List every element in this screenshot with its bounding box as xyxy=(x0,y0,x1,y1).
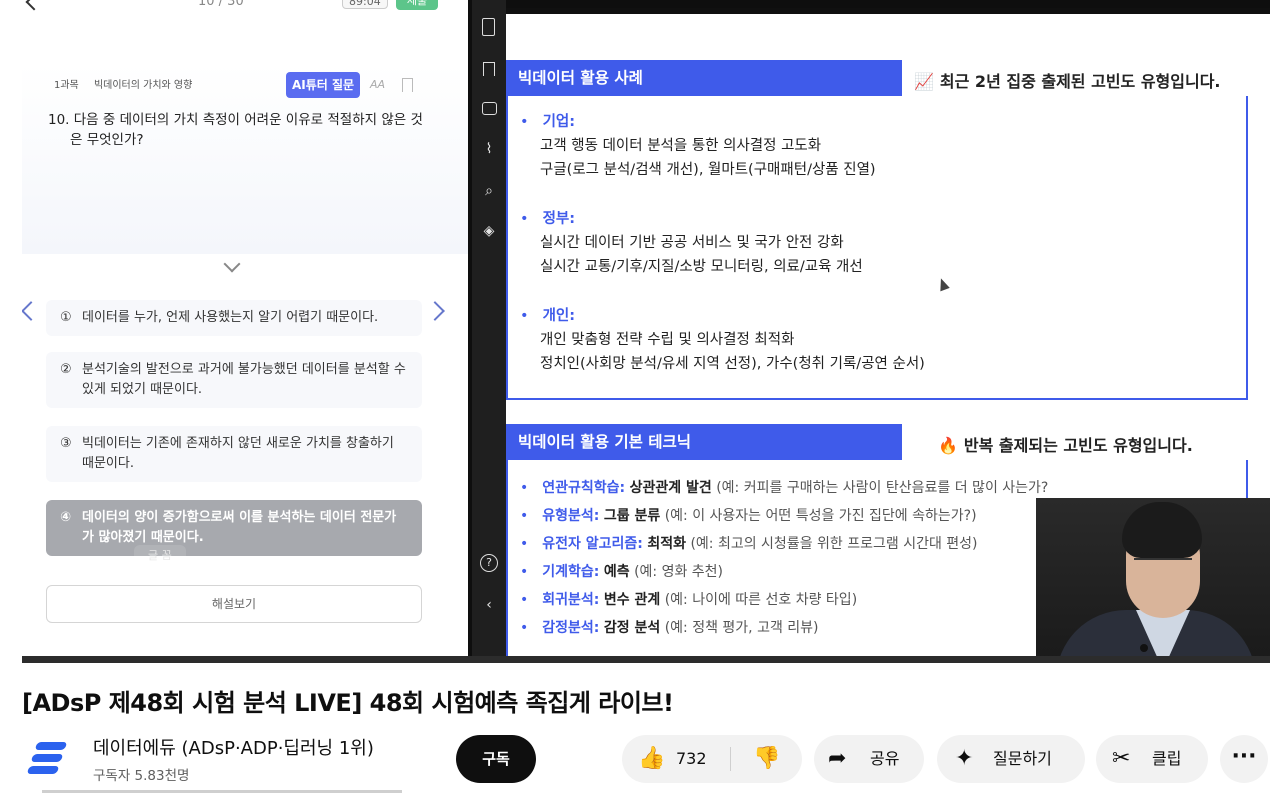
section-note-cases: 📈 최근 2년 집중 출제된 고빈도 유형입니다. xyxy=(914,72,1221,91)
layers-icon: ◈ xyxy=(483,223,495,239)
chevron-right-icon xyxy=(425,301,445,321)
option-text: 빅데이터는 기존에 존재하지 않던 새로운 가치를 창출하기 때문이다. xyxy=(82,436,394,471)
technique-item: • 연관규칙학습: 상관관계 발견 (예: 커피를 구매하는 사람이 탄산음료를 … xyxy=(520,480,1049,496)
answer-option-2: ② 분석기술의 발전으로 과거에 불가능했던 데이터를 분석할 수 있게 되었기… xyxy=(46,352,422,408)
bookmark-flag-icon xyxy=(483,62,495,76)
section-header-cases: 빅데이터 활용 사례 xyxy=(506,60,902,96)
option-text: 분석기술의 발전으로 과거에 불가능했던 데이터를 분석할 수 있게 되었기 때… xyxy=(82,362,406,397)
technique-item: • 유전자 알고리즘: 최적화 (예: 최고의 시청률을 위한 프로그램 시간대 … xyxy=(520,536,978,552)
option-number: ② xyxy=(60,362,72,377)
clip-label: 클립 xyxy=(1152,749,1182,768)
question-counter: 10 / 30 xyxy=(198,0,244,9)
like-dislike-group: 👍 732 👎 xyxy=(622,735,802,783)
answer-option-4-selected: ④ 데이터의 양이 증가함으로써 이를 분석하는 데이터 전문가가 많아졌기 때… xyxy=(46,500,422,556)
thumbs-down-icon: 👎 xyxy=(753,746,781,771)
case-category: • 기업: 고객 행동 데이터 분석을 통한 의사결정 고도화 구글(로그 분석/… xyxy=(520,114,876,178)
section-header-techniques: 빅데이터 활용 기본 테크닉 xyxy=(506,424,902,460)
explanation-button: 해설보기 xyxy=(46,585,422,623)
thumbs-up-icon: 👍 xyxy=(638,746,666,771)
presenter-webcam xyxy=(1036,498,1270,663)
option-text: 데이터를 누가, 언제 사용했는지 알기 어렵기 때문이다. xyxy=(82,310,379,325)
section-note-techniques: 🔥 반복 출제되는 고빈도 유형입니다. xyxy=(938,436,1193,455)
presenter-hair xyxy=(1122,502,1202,558)
search-icon: ⌕ xyxy=(485,183,493,199)
channel-name-link[interactable]: 데이터에듀 (ADsP·ADP·딥러닝 1위) xyxy=(93,734,374,760)
like-count: 732 xyxy=(676,749,707,768)
youtube-watch-page: 10 / 30 89:04 제출 1과목 빅데이터의 가치와 영향 AI튜터 질… xyxy=(0,0,1272,793)
sparkle-icon: ✦ xyxy=(955,746,974,771)
chart-icon: 📈 xyxy=(914,72,934,91)
video-player[interactable]: 10 / 30 89:04 제출 1과목 빅데이터의 가치와 영향 AI튜터 질… xyxy=(22,0,1270,663)
case-category: • 정부: 실시간 데이터 기반 공공 서비스 및 국가 안전 강화 실시간 교통… xyxy=(520,211,863,275)
bookmark-icon xyxy=(402,78,413,92)
technique-item: • 회귀분석: 변수 관계 (예: 나이에 따른 선호 차량 타입) xyxy=(520,592,858,608)
ask-question-button[interactable]: ✦ 질문하기 xyxy=(937,735,1085,783)
more-actions-button[interactable]: ··· xyxy=(1220,735,1268,783)
channel-avatar[interactable] xyxy=(26,740,68,776)
attachment-icon: ⌇ xyxy=(485,141,493,157)
clip-button[interactable]: ✂ 클립 xyxy=(1096,735,1208,783)
quiz-top-bar: 10 / 30 89:04 제출 xyxy=(22,0,468,14)
comment-icon xyxy=(482,102,497,115)
technique-item: • 감정분석: 감정 분석 (예: 정책 평가, 고객 리뷰) xyxy=(520,620,819,636)
case-category: • 개인: 개인 맞춤형 전략 수립 및 의사결정 최적화 정치인(사회망 분석/… xyxy=(520,308,925,372)
scissors-icon: ✂ xyxy=(1112,746,1131,771)
video-title: [ADsP 제48회 시험 분석 LIVE] 48회 시험예측 족집게 라이브! xyxy=(22,689,674,717)
fire-icon: 🔥 xyxy=(938,436,958,455)
topic-tag: 빅데이터의 가치와 영향 xyxy=(93,80,193,91)
microphone-icon xyxy=(1140,644,1148,652)
chevron-left-icon xyxy=(22,301,41,321)
overlay-label: 글 꼼 xyxy=(134,545,186,565)
subscribe-button[interactable]: 구독 xyxy=(456,735,536,783)
option-text: 데이터의 양이 증가함으로써 이를 분석하는 데이터 전문가가 많아졌기 때문이… xyxy=(82,510,397,545)
subject-tag: 1과목 xyxy=(54,80,79,91)
ai-tutor-button: AI튜터 질문 xyxy=(286,72,360,98)
technique-item: • 유형분석: 그룹 분류 (예: 이 사용자는 어떤 특성을 가진 집단에 속하… xyxy=(520,508,977,524)
subscriber-count: 구독자 5.83천명 xyxy=(93,768,190,784)
share-button[interactable]: ➦ 공유 xyxy=(814,735,924,783)
answer-option-1: ① 데이터를 누가, 언제 사용했는지 알기 어렵기 때문이다. xyxy=(46,300,422,336)
back-arrow-icon xyxy=(25,0,43,11)
collapse-icon: ‹ xyxy=(486,597,492,613)
like-button[interactable]: 👍 732 xyxy=(622,735,730,783)
font-size-icon: AA xyxy=(370,78,386,91)
question-background xyxy=(22,64,468,254)
help-icon: ? xyxy=(480,554,498,572)
question-meta: 1과목 빅데이터의 가치와 영향 xyxy=(54,76,204,91)
video-progress-bar[interactable] xyxy=(22,656,1270,663)
ask-label: 질문하기 xyxy=(993,749,1052,768)
technique-item: • 기계학습: 예측 (예: 영화 추천) xyxy=(520,564,724,580)
presenter-glasses xyxy=(1134,558,1192,572)
option-number: ④ xyxy=(60,510,72,525)
side-toolbar: ⌇ ⌕ ◈ ? ‹ xyxy=(472,0,506,656)
submit-button: 제출 xyxy=(396,0,438,10)
share-label: 공유 xyxy=(870,749,900,768)
slide-top-bar xyxy=(506,8,1270,14)
dislike-button[interactable]: 👎 xyxy=(731,735,802,783)
question-text: 10. 다음 중 데이터의 가치 측정이 어려운 이유로 적절하지 않은 것은 … xyxy=(48,112,423,148)
document-icon xyxy=(482,18,495,36)
cases-box: • 기업: 고객 행동 데이터 분석을 통한 의사결정 고도화 구글(로그 분석/… xyxy=(506,96,1248,400)
quiz-app-panel: 10 / 30 89:04 제출 1과목 빅데이터의 가치와 영향 AI튜터 질… xyxy=(22,0,468,656)
option-number: ③ xyxy=(60,436,72,451)
share-arrow-icon: ➦ xyxy=(828,746,847,771)
quiz-timer: 89:04 xyxy=(342,0,388,9)
option-number: ① xyxy=(60,310,72,325)
answer-option-3: ③ 빅데이터는 기존에 존재하지 않던 새로운 가치를 창출하기 때문이다. xyxy=(46,426,422,482)
chevron-down-icon xyxy=(223,255,241,273)
